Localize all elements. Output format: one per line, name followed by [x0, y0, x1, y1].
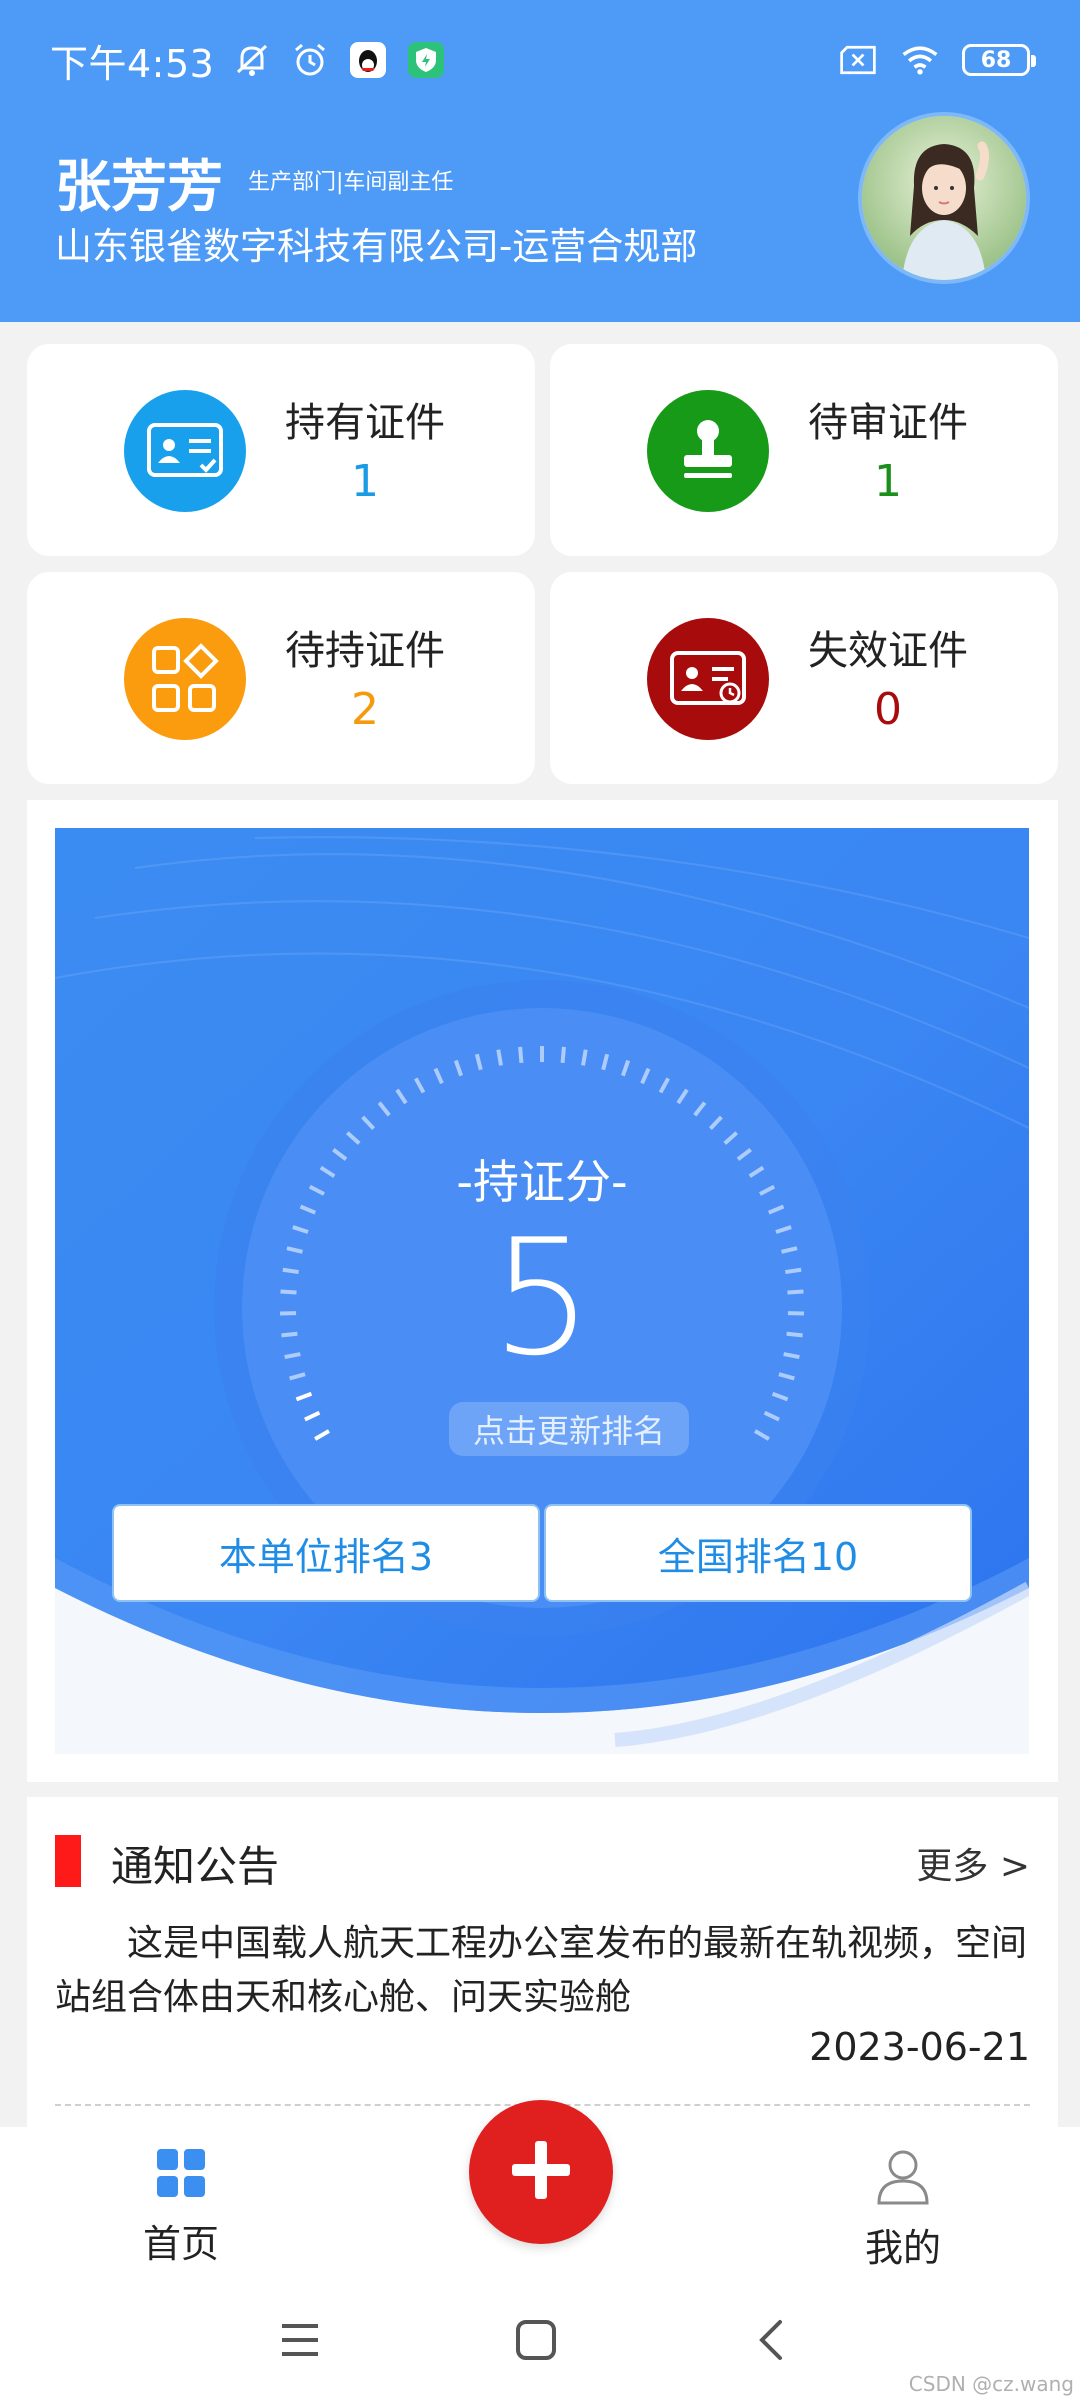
gauge-tick [496, 1049, 503, 1066]
national-rank-button[interactable]: 全国排名10 [544, 1504, 972, 1602]
home-square-icon[interactable] [506, 2310, 566, 2370]
card-pending-review-certificates[interactable]: 待审证件 1 [550, 344, 1058, 556]
card-label: 持有证件 [285, 400, 445, 446]
notice-item-date: 2023-06-21 [809, 2025, 1030, 2069]
notice-item-text[interactable]: 这是中国载人航天工程办公室发布的最新在轨视频，空间站组合体由天和核心舱、问天实验… [55, 1917, 1030, 2025]
gauge-tick [474, 1053, 483, 1071]
gauge-tick [395, 1088, 408, 1105]
card-expired-certificates[interactable]: 失效证件 0 [550, 572, 1058, 784]
gauge-tick [754, 1429, 770, 1441]
gauge-tick [433, 1067, 444, 1085]
battery-indicator: 68 [962, 44, 1036, 76]
card-label: 待持证件 [285, 628, 445, 674]
unit-rank-button[interactable]: 本单位排名3 [112, 1504, 540, 1602]
notice-section: 通知公告 更多 > 这是中国载人航天工程办公室发布的最新在轨视频，空间站组合体由… [27, 1797, 1058, 2127]
tab-mine-label: 我的 [864, 2226, 941, 2270]
status-time: 下午4:53 [50, 41, 215, 86]
gauge-tick [377, 1101, 391, 1117]
qq-app-icon [348, 40, 388, 80]
gauge-tick [771, 1391, 789, 1402]
gauge-tick [581, 1049, 588, 1066]
gauge-tick [658, 1077, 670, 1094]
score-title: -持证分- [456, 1155, 628, 1209]
card-count: 2 [351, 684, 379, 735]
gauge-tick [621, 1059, 631, 1077]
gauge-tick [708, 1115, 723, 1131]
tab-home-label: 首页 [142, 2222, 219, 2266]
system-navigation-bar: CSDN @cz.wang [0, 2280, 1080, 2400]
gauge-tick [295, 1391, 313, 1402]
gauge-tick [304, 1410, 321, 1422]
card-label: 失效证件 [808, 628, 968, 674]
gauge-tick [361, 1115, 376, 1131]
avatar[interactable] [858, 112, 1030, 284]
gauge-tick [676, 1088, 689, 1105]
card-count: 0 [874, 684, 902, 735]
gauge-tick [345, 1131, 361, 1145]
gauge-tick [640, 1067, 651, 1085]
no-sim-icon [838, 40, 878, 80]
gauge-tick [693, 1101, 707, 1117]
user-name: 张芳芳 [55, 155, 223, 220]
security-shield-icon [406, 40, 446, 80]
id-card-icon [124, 390, 246, 512]
gauge-tick [763, 1410, 780, 1422]
notice-more-link[interactable]: 更多 > [916, 1837, 1030, 1889]
user-title: 生产部门|车间副主任 [248, 170, 454, 195]
refresh-ranking-button[interactable]: 点击更新排名 [449, 1402, 689, 1456]
notice-heading: 通知公告 [111, 1842, 280, 1891]
back-icon[interactable] [742, 2310, 802, 2370]
gauge-tick [314, 1429, 330, 1441]
user-icon [873, 2145, 933, 2209]
home-grid-icon [153, 2145, 209, 2205]
gauge-tick [518, 1046, 524, 1064]
tab-mine[interactable]: 我的 [823, 2145, 983, 2272]
grid-icon [124, 618, 246, 740]
card-to-hold-certificates[interactable]: 待持证件 2 [27, 572, 535, 784]
card-held-certificates[interactable]: 持有证件 1 [27, 344, 535, 556]
menu-icon[interactable] [270, 2310, 330, 2370]
status-bar: 下午4:53 68 [0, 0, 1080, 120]
card-label: 待审证件 [808, 400, 968, 446]
plus-icon [506, 2135, 576, 2209]
score-background: -持证分- 5 点击更新排名 本单位排名3 全国排名10 [55, 828, 1029, 1754]
alarm-icon [290, 40, 330, 80]
card-count: 1 [874, 456, 902, 507]
wifi-icon [900, 40, 940, 80]
card-count: 1 [351, 456, 379, 507]
gauge-tick [414, 1077, 426, 1094]
gauge-tick [601, 1053, 610, 1071]
notice-accent-bar [55, 1835, 81, 1887]
score-panel: -持证分- 5 点击更新排名 本单位排名3 全国排名10 [27, 800, 1058, 1782]
user-company: 山东银雀数字科技有限公司-运营合规部 [55, 225, 698, 268]
watermark: CSDN @cz.wang [908, 2372, 1074, 2396]
stamp-icon [647, 390, 769, 512]
gauge-tick [453, 1059, 463, 1077]
add-button[interactable] [469, 2100, 613, 2244]
gauge-tick [560, 1046, 566, 1064]
expired-card-icon [647, 618, 769, 740]
silent-bell-icon [232, 40, 272, 80]
tab-home[interactable]: 首页 [101, 2145, 261, 2268]
gauge-tick [723, 1131, 739, 1145]
score-value: 5 [491, 1204, 593, 1391]
profile-header: 下午4:53 68 张芳芳 生产部门|车间副主任 山东银雀数字科技有限公司-运营… [0, 0, 1080, 322]
